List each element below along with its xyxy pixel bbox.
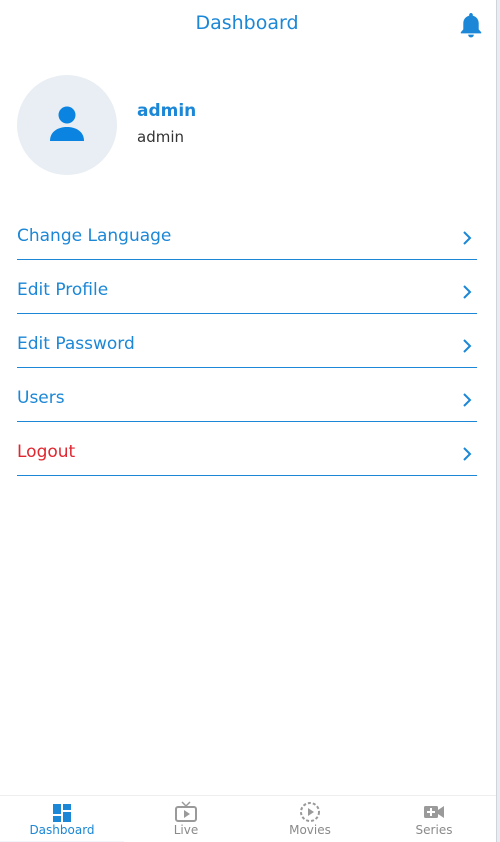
menu-item-label: Logout [17, 442, 76, 462]
bell-icon[interactable] [458, 11, 484, 39]
menu-item-edit-profile[interactable]: Edit Profile [17, 261, 477, 314]
tab-dashboard[interactable]: Dashboard [0, 796, 124, 842]
tab-label: Movies [289, 823, 331, 837]
menu-item-change-language[interactable]: Change Language [17, 207, 477, 260]
chevron-right-icon [463, 231, 472, 245]
menu-item-label: Change Language [17, 226, 172, 246]
avatar [17, 75, 117, 175]
menu-item-logout[interactable]: Logout [17, 423, 477, 476]
menu-item-label: Edit Password [17, 334, 135, 354]
video-camera-icon [424, 806, 444, 818]
profile-role: admin [137, 128, 184, 146]
menu-item-edit-password[interactable]: Edit Password [17, 315, 477, 368]
bottom-tab-bar: Dashboard Live Movies Series [0, 795, 496, 842]
chevron-right-icon [463, 285, 472, 299]
page-title: Dashboard [195, 12, 299, 34]
dashboard-screen: Dashboard admin admin Change Language Ed… [0, 0, 500, 842]
tab-movies[interactable]: Movies [248, 796, 372, 842]
menu-item-label: Edit Profile [17, 280, 109, 300]
dashboard-grid-icon [53, 804, 71, 822]
tab-label: Dashboard [29, 823, 95, 837]
tab-label: Series [415, 823, 453, 837]
tab-live[interactable]: Live [124, 796, 248, 842]
chevron-right-icon [463, 339, 472, 353]
tab-label: Live [173, 823, 199, 837]
person-icon [50, 106, 84, 141]
scrollbar-edge [496, 0, 500, 842]
tv-icon [175, 801, 197, 822]
profile-card: admin admin [17, 75, 477, 175]
play-circle-icon [300, 802, 320, 822]
chevron-right-icon [463, 393, 472, 407]
tab-series[interactable]: Series [372, 796, 496, 842]
app-header: Dashboard [0, 0, 496, 50]
settings-menu: Change Language Edit Profile Edit Passwo… [17, 207, 477, 477]
chevron-right-icon [463, 447, 472, 461]
menu-item-label: Users [17, 388, 65, 408]
profile-name: admin [137, 101, 197, 121]
menu-item-users[interactable]: Users [17, 369, 477, 422]
